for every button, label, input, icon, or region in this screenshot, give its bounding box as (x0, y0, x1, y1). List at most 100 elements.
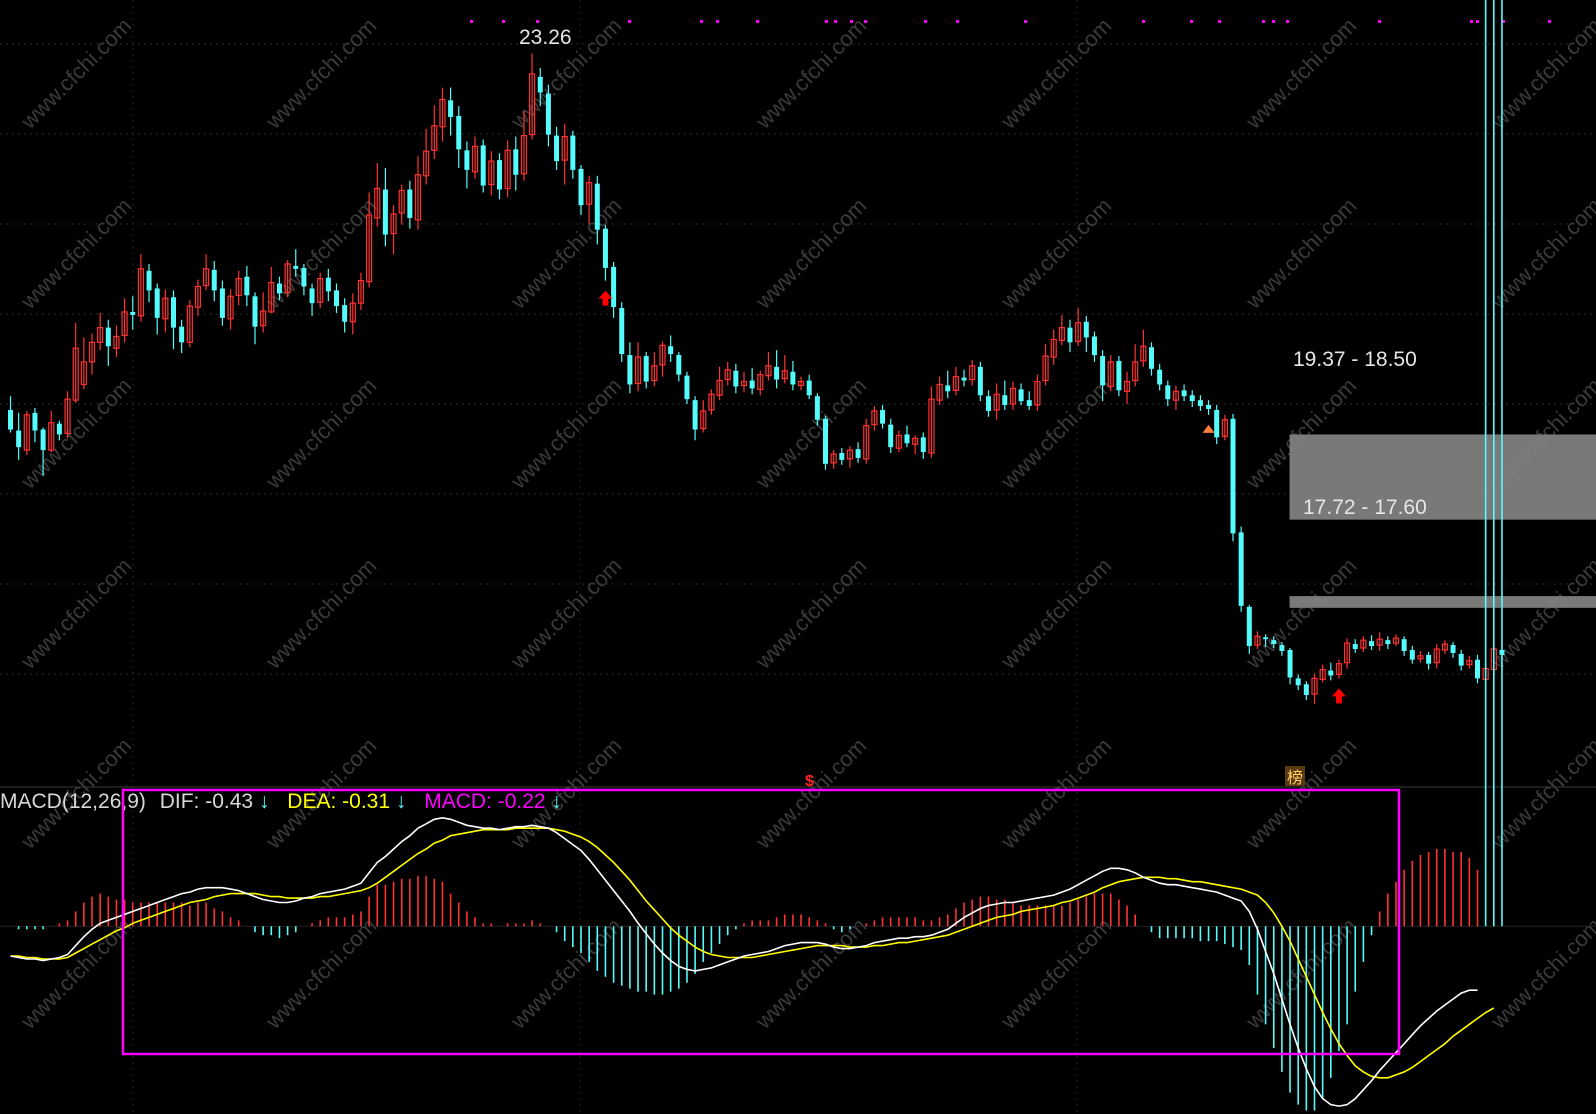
candle-body-down (1002, 395, 1008, 406)
candle-body-down (154, 288, 160, 318)
candle-body-down (293, 265, 299, 269)
candle-body-down (790, 371, 796, 385)
gap-label-upper: 19.37 - 18.50 (1293, 348, 1417, 371)
watermark-text: www.cfchi.com (260, 553, 381, 674)
dea-line (10, 827, 1495, 1079)
watermark-text: www.cfchi.com (15, 13, 136, 134)
candle-body-down (1328, 670, 1334, 676)
candle-body-down (1181, 390, 1187, 397)
candle-body-down (1385, 640, 1391, 645)
watermark-text: www.cfchi.com (750, 193, 871, 314)
candle-body-down (1279, 645, 1285, 651)
candle-body-down (1230, 418, 1236, 534)
candle-body-down (513, 149, 519, 175)
candle-body-down (407, 189, 413, 218)
candle-body-down (1369, 641, 1375, 647)
watermark-text: www.cfchi.com (750, 553, 871, 674)
candle-body-down (309, 288, 315, 304)
top-marker-dot (502, 20, 505, 23)
top-marker-dot (1548, 20, 1551, 23)
candle-body-down (130, 311, 136, 315)
top-marker-dot (1272, 20, 1275, 23)
top-marker-dot (1190, 20, 1193, 23)
candle-body-down (855, 449, 861, 458)
candle-body-down (8, 409, 13, 430)
candlestick-series (8, 53, 1505, 704)
watermark-layer: www.cfchi.com www.cfchi.com www.cfchi.com w… (15, 13, 1596, 1034)
gap-label-lower: 17.72 - 17.60 (1303, 496, 1427, 519)
candle-body-down (627, 355, 633, 385)
top-marker-dot (470, 20, 473, 23)
candle-body-down (1083, 321, 1089, 338)
candle-body-down (1287, 649, 1293, 678)
candle-body-down (839, 453, 845, 460)
top-marker-dot (864, 20, 867, 23)
dif-arrow-icon: ↓ (259, 790, 270, 813)
macd-value: MACD: -0.22 (424, 790, 545, 813)
dif-value: DIF: -0.43 (160, 790, 253, 813)
top-marker-dot (1262, 20, 1265, 23)
candle-body-down (1238, 532, 1244, 606)
candle-body-down (570, 135, 576, 170)
candle-body-down (1018, 389, 1024, 402)
candle-body-down (211, 269, 217, 291)
candle-body-down (276, 283, 282, 294)
candle-body-down (342, 305, 348, 322)
gap-zone-2 (1289, 596, 1596, 608)
candle-body-down (668, 346, 674, 355)
candle-body-down (1165, 385, 1171, 400)
watermark-text: www.cfchi.com (15, 553, 136, 674)
price-grid (0, 0, 1596, 1114)
candle-body-down (961, 377, 967, 381)
candle-body-down (1475, 659, 1480, 679)
watermark-text: www.cfchi.com (505, 373, 626, 494)
candle-body-down (219, 288, 225, 318)
candle-body-down (179, 326, 185, 343)
watermark-text: www.cfchi.com (995, 733, 1116, 854)
candle-body-down (1295, 678, 1301, 686)
rank-marker-icon[interactable]: 榜 (1287, 769, 1303, 787)
candle-body-down (545, 93, 551, 135)
candle-body-down (464, 150, 470, 170)
candle-body-down (105, 327, 111, 347)
candle-body-down (16, 430, 22, 448)
top-marker-dot (1142, 20, 1145, 23)
top-marker-dot (716, 20, 719, 23)
candle-body-down (684, 375, 690, 400)
candle-body-down (1067, 327, 1073, 343)
candle-body-down (1206, 405, 1212, 409)
candle-body-down (1091, 336, 1097, 356)
top-marker-dot (700, 20, 703, 23)
watermark-text: www.cfchi.com (260, 13, 381, 134)
candle-body-down (1352, 644, 1358, 649)
watermark-text: www.cfchi.com (995, 13, 1116, 134)
candle-body-down (537, 76, 543, 93)
top-marker-dot (834, 20, 837, 23)
macd-panel (0, 0, 1596, 1111)
watermark-text: www.cfchi.com (1240, 13, 1361, 134)
watermark-text: www.cfchi.com (1240, 193, 1361, 314)
watermark-text: www.cfchi.com (750, 13, 871, 134)
watermark-text: www.cfchi.com (15, 193, 136, 314)
watermark-text: www.cfchi.com (995, 193, 1116, 314)
candle-body-down (1458, 653, 1464, 666)
candle-body-down (171, 297, 176, 328)
top-marker-dot (825, 20, 828, 23)
candle-body-down (692, 400, 698, 430)
buy-arrow-icon (598, 290, 613, 306)
stock-chart[interactable]: www.cfchi.com www.cfchi.com www.cfchi.com w… (0, 0, 1596, 1114)
top-marker-dot (924, 20, 927, 23)
signal-triangle-icon (1202, 424, 1215, 433)
watermark-text: www.cfchi.com (750, 733, 871, 854)
candle-body-down (325, 277, 331, 292)
watermark-text: www.cfchi.com (995, 553, 1116, 674)
candle-body-down (1214, 409, 1220, 438)
candle-body-down (1426, 654, 1432, 664)
top-marker-dot (1024, 20, 1027, 23)
candle-body-down (1450, 645, 1456, 653)
watermark-text: www.cfchi.com (1240, 553, 1361, 674)
candle-body-down (497, 160, 502, 190)
candle-body-down (32, 412, 38, 431)
candle-body-down (880, 409, 886, 424)
watermark-text: www.cfchi.com (15, 913, 136, 1034)
